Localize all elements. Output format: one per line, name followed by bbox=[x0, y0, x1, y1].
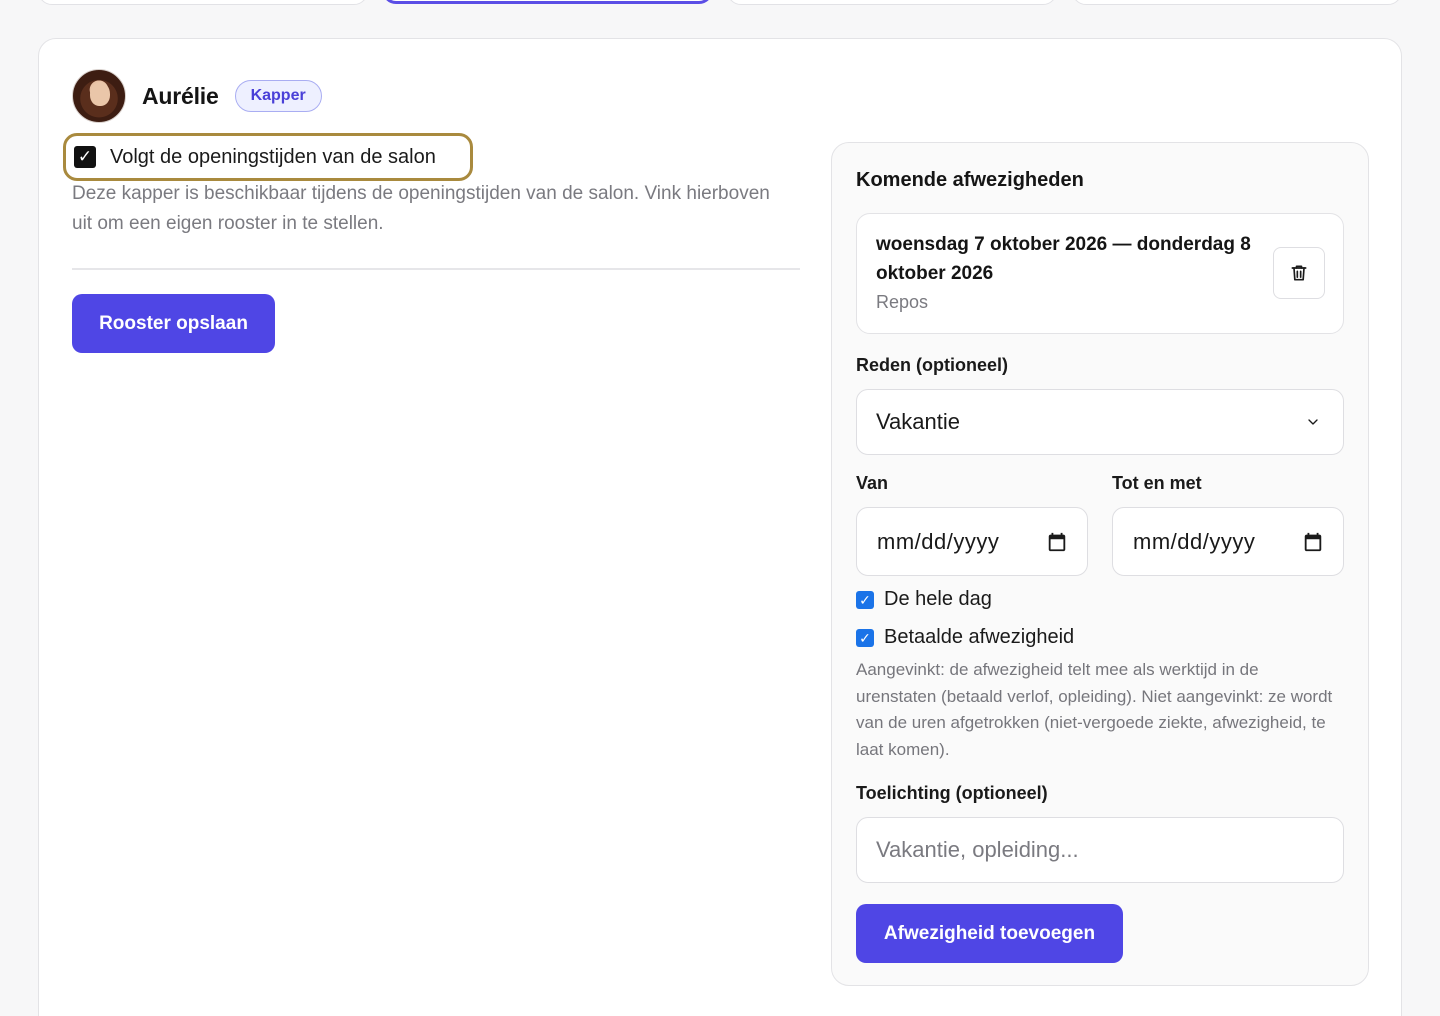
follow-salon-hours-checkbox[interactable]: ✓ Volgt de openingstijden van de salon bbox=[63, 133, 473, 181]
from-date-placeholder: mm/dd/yyyy bbox=[877, 528, 1000, 554]
absences-panel: Komende afwezigheden woensdag 7 oktober … bbox=[831, 142, 1369, 986]
to-date-placeholder: mm/dd/yyyy bbox=[1133, 528, 1256, 554]
divider bbox=[72, 268, 800, 270]
from-date-label: Van bbox=[856, 473, 889, 493]
reason-select[interactable]: Vakantie bbox=[856, 389, 1344, 455]
paid-absence-checkbox[interactable]: ✓ Betaalde afwezigheid bbox=[856, 626, 1074, 649]
note-input[interactable] bbox=[856, 817, 1344, 883]
tab-3[interactable] bbox=[727, 0, 1057, 5]
tab-2-active[interactable] bbox=[382, 0, 713, 4]
reason-label: Reden (optioneel) bbox=[856, 355, 1008, 375]
absences-title: Komende afwezigheden bbox=[856, 169, 1084, 191]
checkbox-checked-icon[interactable]: ✓ bbox=[856, 590, 874, 609]
paid-absence-help: Aangevinkt: de afwezigheid telt mee als … bbox=[856, 660, 1333, 759]
tab-4[interactable] bbox=[1072, 0, 1402, 5]
role-badge: Kapper bbox=[234, 80, 322, 112]
all-day-checkbox[interactable]: ✓ De hele dag bbox=[856, 588, 992, 611]
to-date-input[interactable]: mm/dd/yyyy bbox=[1112, 507, 1344, 576]
tab-1[interactable] bbox=[38, 0, 368, 5]
note-label: Toelichting (optioneel) bbox=[856, 783, 1048, 803]
reason-select-value: Vakantie bbox=[876, 409, 960, 434]
trash-icon bbox=[1291, 265, 1307, 281]
follow-salon-hours-help: Deze kapper is beschikbaar tijdens de op… bbox=[72, 183, 770, 234]
staff-schedule-card: Aurélie Kapper ✓ Volgt de openingstijden… bbox=[38, 38, 1402, 1016]
avatar bbox=[72, 69, 126, 123]
absence-item: woensdag 7 oktober 2026 — donderdag 8 ok… bbox=[856, 213, 1344, 334]
calendar-icon[interactable] bbox=[1046, 531, 1068, 553]
all-day-label: De hele dag bbox=[884, 588, 992, 610]
staff-name: Aurélie bbox=[142, 82, 219, 109]
from-date-input[interactable]: mm/dd/yyyy bbox=[856, 507, 1088, 576]
paid-absence-label: Betaalde afwezigheid bbox=[884, 626, 1075, 648]
delete-absence-button[interactable] bbox=[1273, 247, 1325, 299]
staff-header: Aurélie Kapper bbox=[72, 69, 322, 123]
save-schedule-button[interactable]: Rooster opslaan bbox=[72, 294, 275, 353]
to-date-label: Tot en met bbox=[1112, 473, 1202, 493]
absence-reason: Repos bbox=[876, 292, 929, 312]
absence-date-range: woensdag 7 oktober 2026 — donderdag 8 ok… bbox=[876, 234, 1251, 284]
calendar-icon[interactable] bbox=[1302, 531, 1324, 553]
add-absence-button[interactable]: Afwezigheid toevoegen bbox=[856, 904, 1123, 963]
checkbox-checked-icon[interactable]: ✓ bbox=[74, 146, 96, 168]
checkbox-checked-icon[interactable]: ✓ bbox=[856, 628, 874, 647]
chevron-down-icon bbox=[1308, 419, 1318, 425]
follow-salon-hours-label: Volgt de openingstijden van de salon bbox=[110, 145, 436, 168]
